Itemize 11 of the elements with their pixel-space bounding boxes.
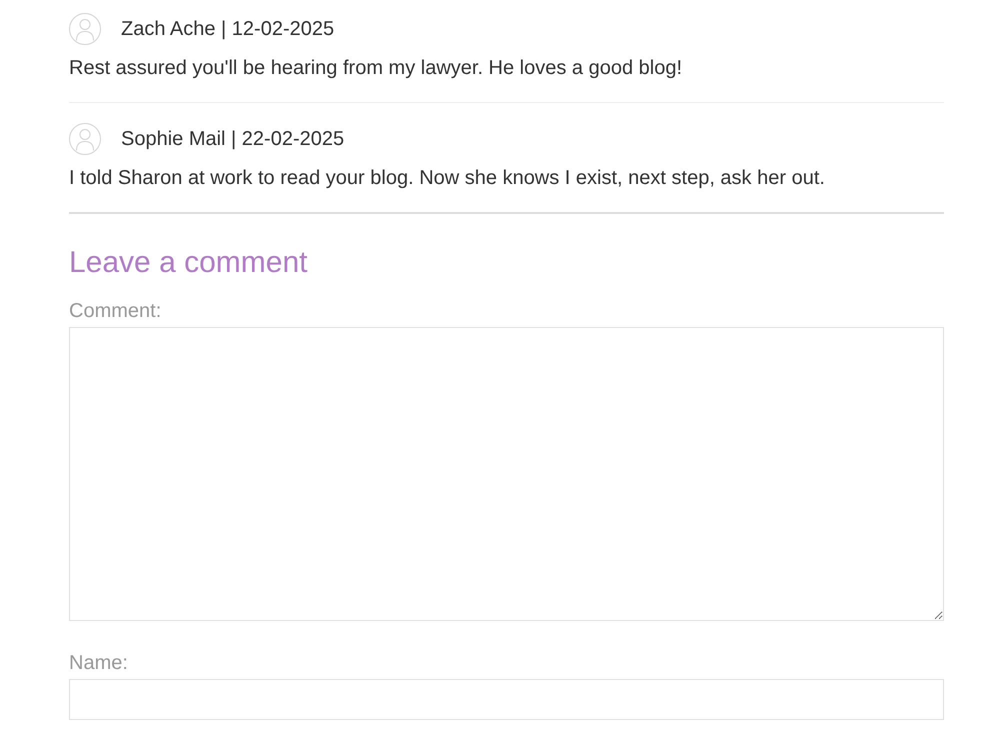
comment-text: I told Sharon at work to read your blog. Now she knows I exist, next step, ask her out.	[69, 166, 826, 191]
avatar-icon	[69, 13, 101, 45]
comment-byline: Zach Ache | 12-02-2025	[121, 17, 334, 41]
field-label: Comment:	[69, 299, 162, 324]
name-input[interactable]	[69, 679, 944, 720]
avatar-icon	[69, 123, 101, 155]
field-label: Name:	[69, 651, 129, 676]
comment-text: Rest assured you'll be hearing from my lawyer. He loves a good blog!	[69, 56, 684, 81]
form-heading: Leave a comment	[69, 245, 308, 281]
comment-textarea[interactable]	[69, 327, 944, 621]
comment-byline: Sophie Mail | 22-02-2025	[121, 127, 344, 151]
